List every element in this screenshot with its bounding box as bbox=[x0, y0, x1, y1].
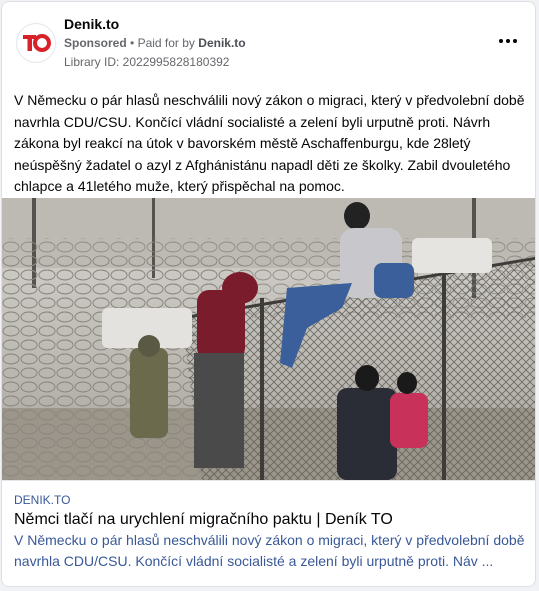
post-image[interactable] bbox=[2, 198, 536, 480]
paid-for-by-name[interactable]: Denik.to bbox=[198, 36, 245, 50]
ad-card: Denik.to Sponsored • Paid for by Denik.t… bbox=[1, 1, 536, 587]
more-options-icon-dot bbox=[506, 39, 510, 43]
more-options-icon bbox=[499, 39, 503, 43]
meta-separator: • bbox=[130, 36, 135, 50]
link-domain: DENIK.TO bbox=[14, 493, 71, 507]
sponsored-label: Sponsored bbox=[64, 36, 127, 50]
more-options-icon-dot bbox=[513, 39, 517, 43]
post-text: V Německu o pár hlasů neschválili nový z… bbox=[14, 92, 525, 194]
link-preview[interactable]: DENIK.TO Němci tlačí na urychlení migrač… bbox=[2, 480, 535, 586]
link-title[interactable]: Němci tlačí na urychlení migračního pakt… bbox=[14, 511, 393, 529]
denik-to-logo bbox=[18, 25, 54, 61]
library-id: Library ID: 2022995828180392 bbox=[64, 55, 230, 69]
sponsored-line: Sponsored • Paid for by Denik.to bbox=[64, 36, 246, 50]
more-options-button[interactable] bbox=[497, 32, 519, 50]
page-avatar[interactable] bbox=[16, 23, 56, 63]
post-header: Denik.to Sponsored • Paid for by Denik.t… bbox=[2, 2, 535, 76]
paid-for-by-label: Paid for by bbox=[137, 36, 195, 50]
page-name[interactable]: Denik.to bbox=[64, 16, 119, 32]
link-description: V Německu o pár hlasů neschválili nový z… bbox=[14, 532, 525, 569]
